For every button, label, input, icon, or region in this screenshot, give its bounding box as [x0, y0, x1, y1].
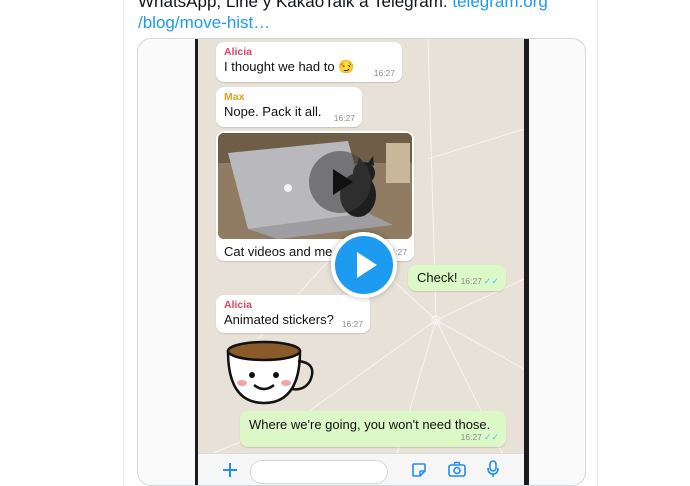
message-time: 16:27 ✓✓	[461, 276, 499, 287]
message-text: Cat videos and me	[224, 244, 333, 259]
message-max: Max Nope. Pack it all. 16:27	[216, 87, 362, 127]
message-text: Where we're going, you won't need those.	[249, 417, 491, 432]
sender-name: Alicia	[224, 46, 253, 58]
sender-name: Alicia	[224, 299, 253, 311]
tweet-text: WhatsApp, Line y KakaoTalk a Telegram: t…	[138, 0, 588, 33]
read-ticks-icon: ✓✓	[483, 276, 499, 286]
play-icon	[333, 169, 353, 195]
plus-icon[interactable]	[222, 462, 238, 478]
play-icon	[357, 252, 377, 278]
chat-input-bar	[198, 453, 524, 485]
coffee-cup-sticker	[226, 340, 314, 405]
message-time: 16:27	[333, 113, 355, 123]
message-time: 16:27	[341, 319, 363, 329]
message-time: 16:27 ✓✓	[461, 432, 499, 443]
message-outgoing-check: Check! 16:27 ✓✓	[408, 265, 506, 291]
camera-icon[interactable]	[448, 461, 466, 477]
tweet-link[interactable]: telegram.org	[452, 0, 547, 11]
message-alicia-2: Alicia Animated stickers? 16:27	[216, 295, 370, 333]
video-play-button[interactable]	[309, 151, 371, 213]
sender-name: Max	[224, 91, 245, 103]
tweet-video-play-button[interactable]	[331, 232, 397, 298]
message-time-value: 16:27	[460, 432, 482, 442]
message-time-value: 16:27	[460, 276, 482, 286]
read-ticks-icon: ✓✓	[483, 432, 499, 442]
card-border-left	[123, 0, 124, 486]
microphone-icon[interactable]	[486, 460, 500, 478]
message-input[interactable]	[250, 460, 388, 484]
video-thumbnail[interactable]	[218, 133, 412, 239]
card-border-right	[597, 0, 598, 486]
tweet-link-continued[interactable]: /blog/move-hist…	[138, 13, 270, 32]
message-alicia-1: Alicia I thought we had to 😏 16:27	[216, 42, 402, 82]
message-time: 16:27	[373, 68, 395, 78]
message-outgoing-where: Where we're going, you won't need those.…	[240, 411, 506, 447]
tweet-text-line: WhatsApp, Line y KakaoTalk a Telegram:	[138, 0, 453, 11]
sticker-icon[interactable]	[411, 462, 427, 478]
